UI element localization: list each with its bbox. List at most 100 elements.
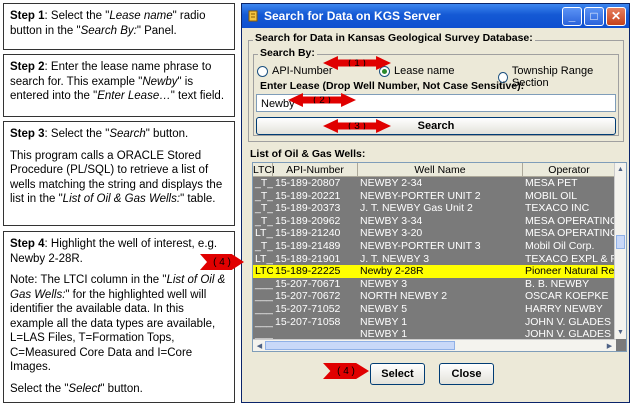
- step-1-box: Step 1: Select the "Lease name" radio bu…: [3, 3, 235, 50]
- col-well-name[interactable]: Well Name: [358, 163, 523, 176]
- table-cell: MOBIL OIL: [525, 189, 578, 202]
- table-cell: 15-189-20373: [275, 202, 341, 215]
- table-cell: TEXACO INC: [525, 202, 590, 215]
- table-cell: ____: [255, 315, 273, 328]
- scroll-left-icon[interactable]: ◀: [254, 340, 265, 351]
- table-cell: ____: [255, 277, 273, 290]
- table-cell: NEWBY 3-34: [360, 214, 423, 227]
- table-cell: NEWBY 3: [360, 277, 408, 290]
- table-cell: Newby 2-28R: [360, 265, 424, 278]
- vertical-scrollbar[interactable]: ▲ ▼: [614, 163, 626, 339]
- table-cell: _T__: [255, 239, 273, 252]
- table-cell: B. B. NEWBY: [525, 277, 590, 290]
- table-cell: HARRY NEWBY: [525, 302, 603, 315]
- col-api-number[interactable]: API-Number: [273, 163, 358, 176]
- table-row[interactable]: _T__15-189-20807 NEWBY 2-34 MESA PET: [253, 177, 626, 190]
- table-cell: NORTH NEWBY 2: [360, 290, 448, 303]
- table-row[interactable]: LT__15-189-21901 J. T. NEWBY 3 TEXACO EXPL…: [253, 252, 626, 266]
- table-cell: 15-189-21489: [275, 239, 341, 252]
- table-cell: NEWBY 1: [360, 315, 408, 328]
- table-cell: LTCI: [255, 265, 273, 278]
- table-row[interactable]: LT__15-189-21240 NEWBY 3-20 MESA OPERATING: [253, 227, 626, 240]
- table-cell: LT__: [255, 227, 273, 240]
- step-3-text: Step 3: Select the "Search" button.: [10, 128, 189, 140]
- step-3-box: Step 3: Select the "Search" button. This…: [3, 121, 235, 226]
- table-cell: 15-207-71058: [275, 315, 341, 328]
- table-cell: _T__: [255, 177, 273, 189]
- enter-lease-label: Enter Lease (Drop Well Number, Not Case …: [260, 80, 525, 92]
- table-cell: NEWBY-PORTER UNIT 2: [360, 189, 481, 202]
- table-row[interactable]: _T__15-189-20373 J. T. NEWBY Gas Unit 2 TE…: [253, 202, 626, 215]
- radio-api-dot[interactable]: [257, 65, 268, 77]
- title-bar[interactable]: Search for Data on KGS Server _ □ ✕: [242, 4, 629, 28]
- step-2-text: Step 2: Enter the lease name phrase to s…: [10, 61, 225, 102]
- table-row[interactable]: _T__15-189-20962 NEWBY 3-34 MESA OPERATING: [253, 214, 626, 228]
- table-cell: ____: [255, 302, 273, 315]
- table-cell: NEWBY-PORTER UNIT 3: [360, 239, 481, 252]
- horizontal-scrollbar[interactable]: ◀ ▶: [253, 339, 616, 351]
- table-cell: _T__: [255, 189, 273, 202]
- window-title: Search for Data on KGS Server: [264, 9, 441, 23]
- col-operator[interactable]: Operator: [523, 163, 616, 176]
- table-cell: Pioneer Natural Resou: [525, 265, 616, 278]
- table-cell: TEXACO EXPL & PROD: [525, 252, 616, 265]
- search-window: Search for Data on KGS Server _ □ ✕ Sear…: [241, 3, 630, 403]
- table-row[interactable]: ____15-207-70672 NORTH NEWBY 2 OSCAR KOEPK…: [253, 290, 626, 303]
- table-cell: MESA OPERATING: [525, 227, 616, 240]
- table-cell: J. T. NEWBY Gas Unit 2: [360, 202, 473, 215]
- h-scroll-thumb[interactable]: [265, 341, 455, 350]
- step-4-note: Note: The LTCI column in the "List of Oi…: [10, 274, 226, 373]
- table-cell: NEWBY 3-20: [360, 227, 423, 240]
- table-cell: NEWBY 2-34: [360, 177, 423, 189]
- table-cell: 15-189-21240: [275, 227, 341, 240]
- table-row[interactable]: _T__15-189-21489 NEWBY-PORTER UNIT 3 Mobil…: [253, 239, 626, 253]
- close-icon[interactable]: ✕: [606, 6, 626, 26]
- app-icon: [246, 9, 260, 23]
- search-by-label: Search By:: [258, 47, 317, 59]
- table-cell: 15-189-22225: [275, 265, 341, 278]
- search-by-group: Search By: API-Number Lease name Townshi…: [253, 47, 619, 136]
- table-cell: 15-189-20807: [275, 177, 341, 189]
- search-group-label: Search for Data in Kansas Geological Sur…: [253, 32, 535, 44]
- list-label: List of Oil & Gas Wells:: [250, 148, 366, 160]
- table-cell: J. T. NEWBY 3: [360, 252, 430, 265]
- table-body: _T__15-189-20807NEWBY 2-34MESA PET_T__15…: [253, 177, 626, 351]
- table-cell: LT__: [255, 252, 273, 265]
- table-cell: Mobil Oil Corp.: [525, 239, 595, 252]
- table-row[interactable]: _T__15-189-20221 NEWBY-PORTER UNIT 2 MOBIL…: [253, 189, 626, 203]
- table-cell: OSCAR KOEPKE: [525, 290, 609, 303]
- select-button[interactable]: Select: [370, 363, 425, 385]
- table-cell: NEWBY 5: [360, 302, 408, 315]
- table-cell: ____: [255, 290, 273, 303]
- radio-lease-name[interactable]: Lease name: [379, 65, 455, 77]
- step-4-select: Select the "Select" button.: [10, 382, 143, 395]
- wells-table: LTCI API-Number Well Name Operator _T__1…: [252, 162, 627, 352]
- step-1-text: Step 1: Select the "Lease name" radio bu…: [10, 10, 206, 37]
- scroll-right-icon[interactable]: ▶: [604, 340, 615, 351]
- step-4-box: Step 4: Highlight the well of interest, …: [3, 231, 235, 403]
- step-4-text: Step 4: Highlight the well of interest, …: [10, 238, 218, 265]
- maximize-icon[interactable]: □: [584, 6, 604, 26]
- table-cell: JOHN V. GLADES: [525, 315, 611, 328]
- radio-api-number[interactable]: API-Number: [257, 65, 333, 77]
- table-row[interactable]: LTCI15-189-22225 Newby 2-28R Pioneer Natur…: [253, 265, 626, 278]
- minimize-icon[interactable]: _: [562, 6, 582, 26]
- table-cell: 15-189-20962: [275, 214, 341, 227]
- table-cell: 15-207-71052: [275, 302, 341, 315]
- col-ltci[interactable]: LTCI: [253, 163, 275, 176]
- table-row[interactable]: ____15-207-71052 NEWBY 5 HARRY NEWBY: [253, 302, 626, 316]
- step-2-box: Step 2: Enter the lease name phrase to s…: [3, 54, 235, 117]
- table-cell: 15-189-21901: [275, 252, 341, 265]
- table-cell: 15-189-20221: [275, 189, 341, 202]
- scroll-up-icon[interactable]: ▲: [615, 164, 626, 175]
- table-row[interactable]: ____15-207-70671 NEWBY 3 B. B. NEWBY: [253, 277, 626, 291]
- scroll-down-icon[interactable]: ▼: [615, 327, 626, 338]
- close-button[interactable]: Close: [439, 363, 494, 385]
- search-button[interactable]: Search: [256, 117, 616, 135]
- table-cell: 15-207-70671: [275, 277, 341, 290]
- table-cell: MESA PET: [525, 177, 578, 189]
- search-group: Search for Data in Kansas Geological Sur…: [248, 32, 624, 142]
- table-row[interactable]: ____15-207-71058 NEWBY 1 JOHN V. GLADES: [253, 315, 626, 329]
- scroll-thumb[interactable]: [616, 235, 625, 249]
- table-cell: MESA OPERATING: [525, 214, 616, 227]
